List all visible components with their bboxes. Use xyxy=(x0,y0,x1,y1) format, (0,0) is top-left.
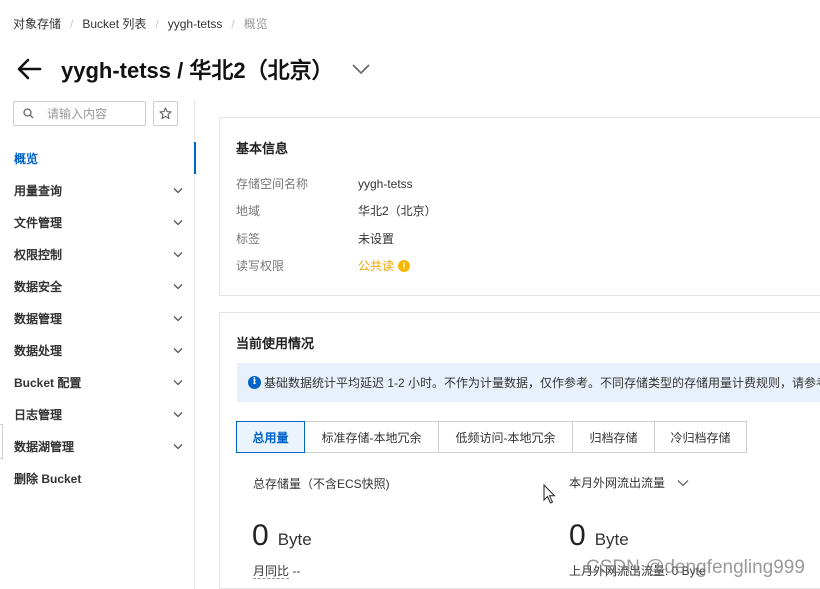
sidebar-item-label: 概览 xyxy=(14,151,39,166)
chevron-down-icon xyxy=(173,251,183,257)
sidebar-item-delete-bucket[interactable]: 删除 Bucket xyxy=(0,462,195,494)
storage-tabs: 总用量 标准存储-本地冗余 低频访问-本地冗余 归档存储 冷归档存储 xyxy=(236,421,747,453)
sidebar-item-label: 日志管理 xyxy=(14,407,63,422)
breadcrumb-bucket[interactable]: yygh-tetss xyxy=(168,17,223,31)
traffic-unit: Byte xyxy=(594,530,629,549)
yoy-label[interactable]: 月同比 xyxy=(253,564,290,579)
card-title: 基本信息 xyxy=(236,141,289,156)
sidebar-item-data-management[interactable]: 数据管理 xyxy=(0,302,195,334)
sidebar-item-label: 数据管理 xyxy=(14,311,63,326)
sidebar-item-label: 用量查询 xyxy=(14,183,63,198)
info-value: yygh-tetss xyxy=(358,176,413,191)
chevron-down-icon[interactable] xyxy=(677,479,689,487)
favorite-button[interactable] xyxy=(153,101,178,126)
back-arrow-icon[interactable] xyxy=(16,58,42,80)
chevron-down-icon xyxy=(173,219,183,225)
info-key: 地域 xyxy=(236,204,261,218)
info-key: 标签 xyxy=(236,232,261,246)
sidebar-nav: 概览 用量查询 文件管理 权限控制 数据安全 数据管理 数据处理 Bucket … xyxy=(0,142,196,494)
breadcrumb: 对象存储 / Bucket 列表 / yygh-tetss / 概览 xyxy=(13,15,268,32)
chevron-down-icon xyxy=(173,315,183,321)
chevron-down-icon xyxy=(173,187,183,193)
info-row-bucket-name: 存储空间名称 yygh-tetss xyxy=(236,175,413,192)
info-row-region: 地域 华北2（北京） xyxy=(236,202,437,219)
sidebar-item-log-management[interactable]: 日志管理 xyxy=(0,398,195,430)
sidebar-item-label: 文件管理 xyxy=(14,215,63,230)
breadcrumb-separator: / xyxy=(155,16,159,31)
acl-value: 公共读 xyxy=(358,259,395,273)
sidebar-item-file-management[interactable]: 文件管理 xyxy=(0,206,195,238)
sidebar-item-bucket-config[interactable]: Bucket 配置 xyxy=(0,366,195,398)
mouse-cursor-icon xyxy=(543,484,556,504)
chevron-down-icon xyxy=(173,283,183,289)
sidebar-item-label: 数据湖管理 xyxy=(14,439,75,454)
card-title: 当前使用情况 xyxy=(236,336,315,351)
sidebar-item-overview[interactable]: 概览 xyxy=(0,142,196,174)
search-box xyxy=(13,101,146,126)
tab-infrequent[interactable]: 低频访问-本地冗余 xyxy=(438,421,573,453)
chevron-down-icon xyxy=(173,379,183,385)
storage-label-text: 总存储量（不含ECS快照) xyxy=(253,477,390,491)
warning-icon[interactable]: ! xyxy=(398,259,411,272)
notice-text: 基础数据统计平均延迟 1-2 小时。不作为计量数据，仅作参考。不同存储类型的存储… xyxy=(264,376,820,390)
breadcrumb-bucket-list[interactable]: Bucket 列表 xyxy=(82,15,146,32)
search-input[interactable] xyxy=(47,106,135,121)
sidebar-item-label: 数据处理 xyxy=(14,343,63,358)
tab-total[interactable]: 总用量 xyxy=(236,421,305,453)
breadcrumb-separator: / xyxy=(70,16,74,31)
tab-standard[interactable]: 标准存储-本地冗余 xyxy=(304,421,439,453)
chevron-down-icon xyxy=(173,347,183,353)
notice-banner: i 基础数据统计平均延迟 1-2 小时。不作为计量数据，仅作参考。不同存储类型的… xyxy=(237,363,820,402)
sidebar-item-label: 权限控制 xyxy=(14,247,63,262)
info-row-acl: 读写权限 公共读 ! xyxy=(236,257,411,274)
storage-yoy: 月同比 -- xyxy=(253,562,300,579)
breadcrumb-oss[interactable]: 对象存储 xyxy=(13,15,61,32)
traffic-value: 0 xyxy=(569,519,586,552)
sidebar: 概览 用量查询 文件管理 权限控制 数据安全 数据管理 数据处理 Bucket … xyxy=(0,100,196,589)
yoy-value: -- xyxy=(292,564,301,578)
watermark: CSDN @dengfengling999 xyxy=(586,557,805,578)
info-icon: i xyxy=(248,376,261,389)
traffic-metric-value: 0 Byte xyxy=(569,519,629,553)
breadcrumb-separator: / xyxy=(231,16,235,31)
info-row-tags: 标签 未设置 xyxy=(236,230,394,247)
info-value: 未设置 xyxy=(358,232,395,246)
chevron-down-icon xyxy=(173,443,183,449)
page-header: yygh-tetss / 华北2（北京） xyxy=(16,52,370,86)
chevron-down-icon[interactable] xyxy=(352,63,370,75)
info-key: 读写权限 xyxy=(236,259,285,273)
traffic-label-text: 本月外网流出流量 xyxy=(569,476,666,490)
storage-metric-label: 总存储量（不含ECS快照) xyxy=(253,475,390,492)
star-icon xyxy=(159,107,172,120)
basic-info-card: 基本信息 存储空间名称 yygh-tetss 地域 华北2（北京） 标签 未设置… xyxy=(219,117,820,296)
storage-unit: Byte xyxy=(277,530,312,549)
sidebar-item-access-control[interactable]: 权限控制 xyxy=(0,238,195,270)
sidebar-item-data-lake[interactable]: 数据湖管理 xyxy=(0,430,195,462)
breadcrumb-current: 概览 xyxy=(243,17,268,31)
chevron-down-icon xyxy=(173,411,183,417)
storage-metric-value: 0 Byte xyxy=(252,519,312,553)
tab-cold-archive[interactable]: 冷归档存储 xyxy=(654,421,747,453)
tab-archive[interactable]: 归档存储 xyxy=(572,421,655,453)
sidebar-item-usage-query[interactable]: 用量查询 xyxy=(0,174,195,206)
info-value: 华北2（北京） xyxy=(358,204,437,218)
usage-card: 当前使用情况 i 基础数据统计平均延迟 1-2 小时。不作为计量数据，仅作参考。… xyxy=(219,312,820,589)
sidebar-item-label: 数据安全 xyxy=(14,279,63,294)
sidebar-item-data-security[interactable]: 数据安全 xyxy=(0,270,195,302)
sidebar-item-label: 删除 Bucket xyxy=(14,471,82,486)
page-title: yygh-tetss / 华北2（北京） xyxy=(61,58,334,83)
search-icon xyxy=(23,108,34,119)
info-value-acl: 公共读 ! xyxy=(358,257,411,274)
traffic-metric-label[interactable]: 本月外网流出流量 xyxy=(569,474,689,491)
storage-value: 0 xyxy=(252,519,269,552)
sidebar-item-data-processing[interactable]: 数据处理 xyxy=(0,334,195,366)
sidebar-item-label: Bucket 配置 xyxy=(14,375,82,390)
info-key: 存储空间名称 xyxy=(236,177,309,191)
sidebar-collapse-handle[interactable] xyxy=(0,424,3,459)
